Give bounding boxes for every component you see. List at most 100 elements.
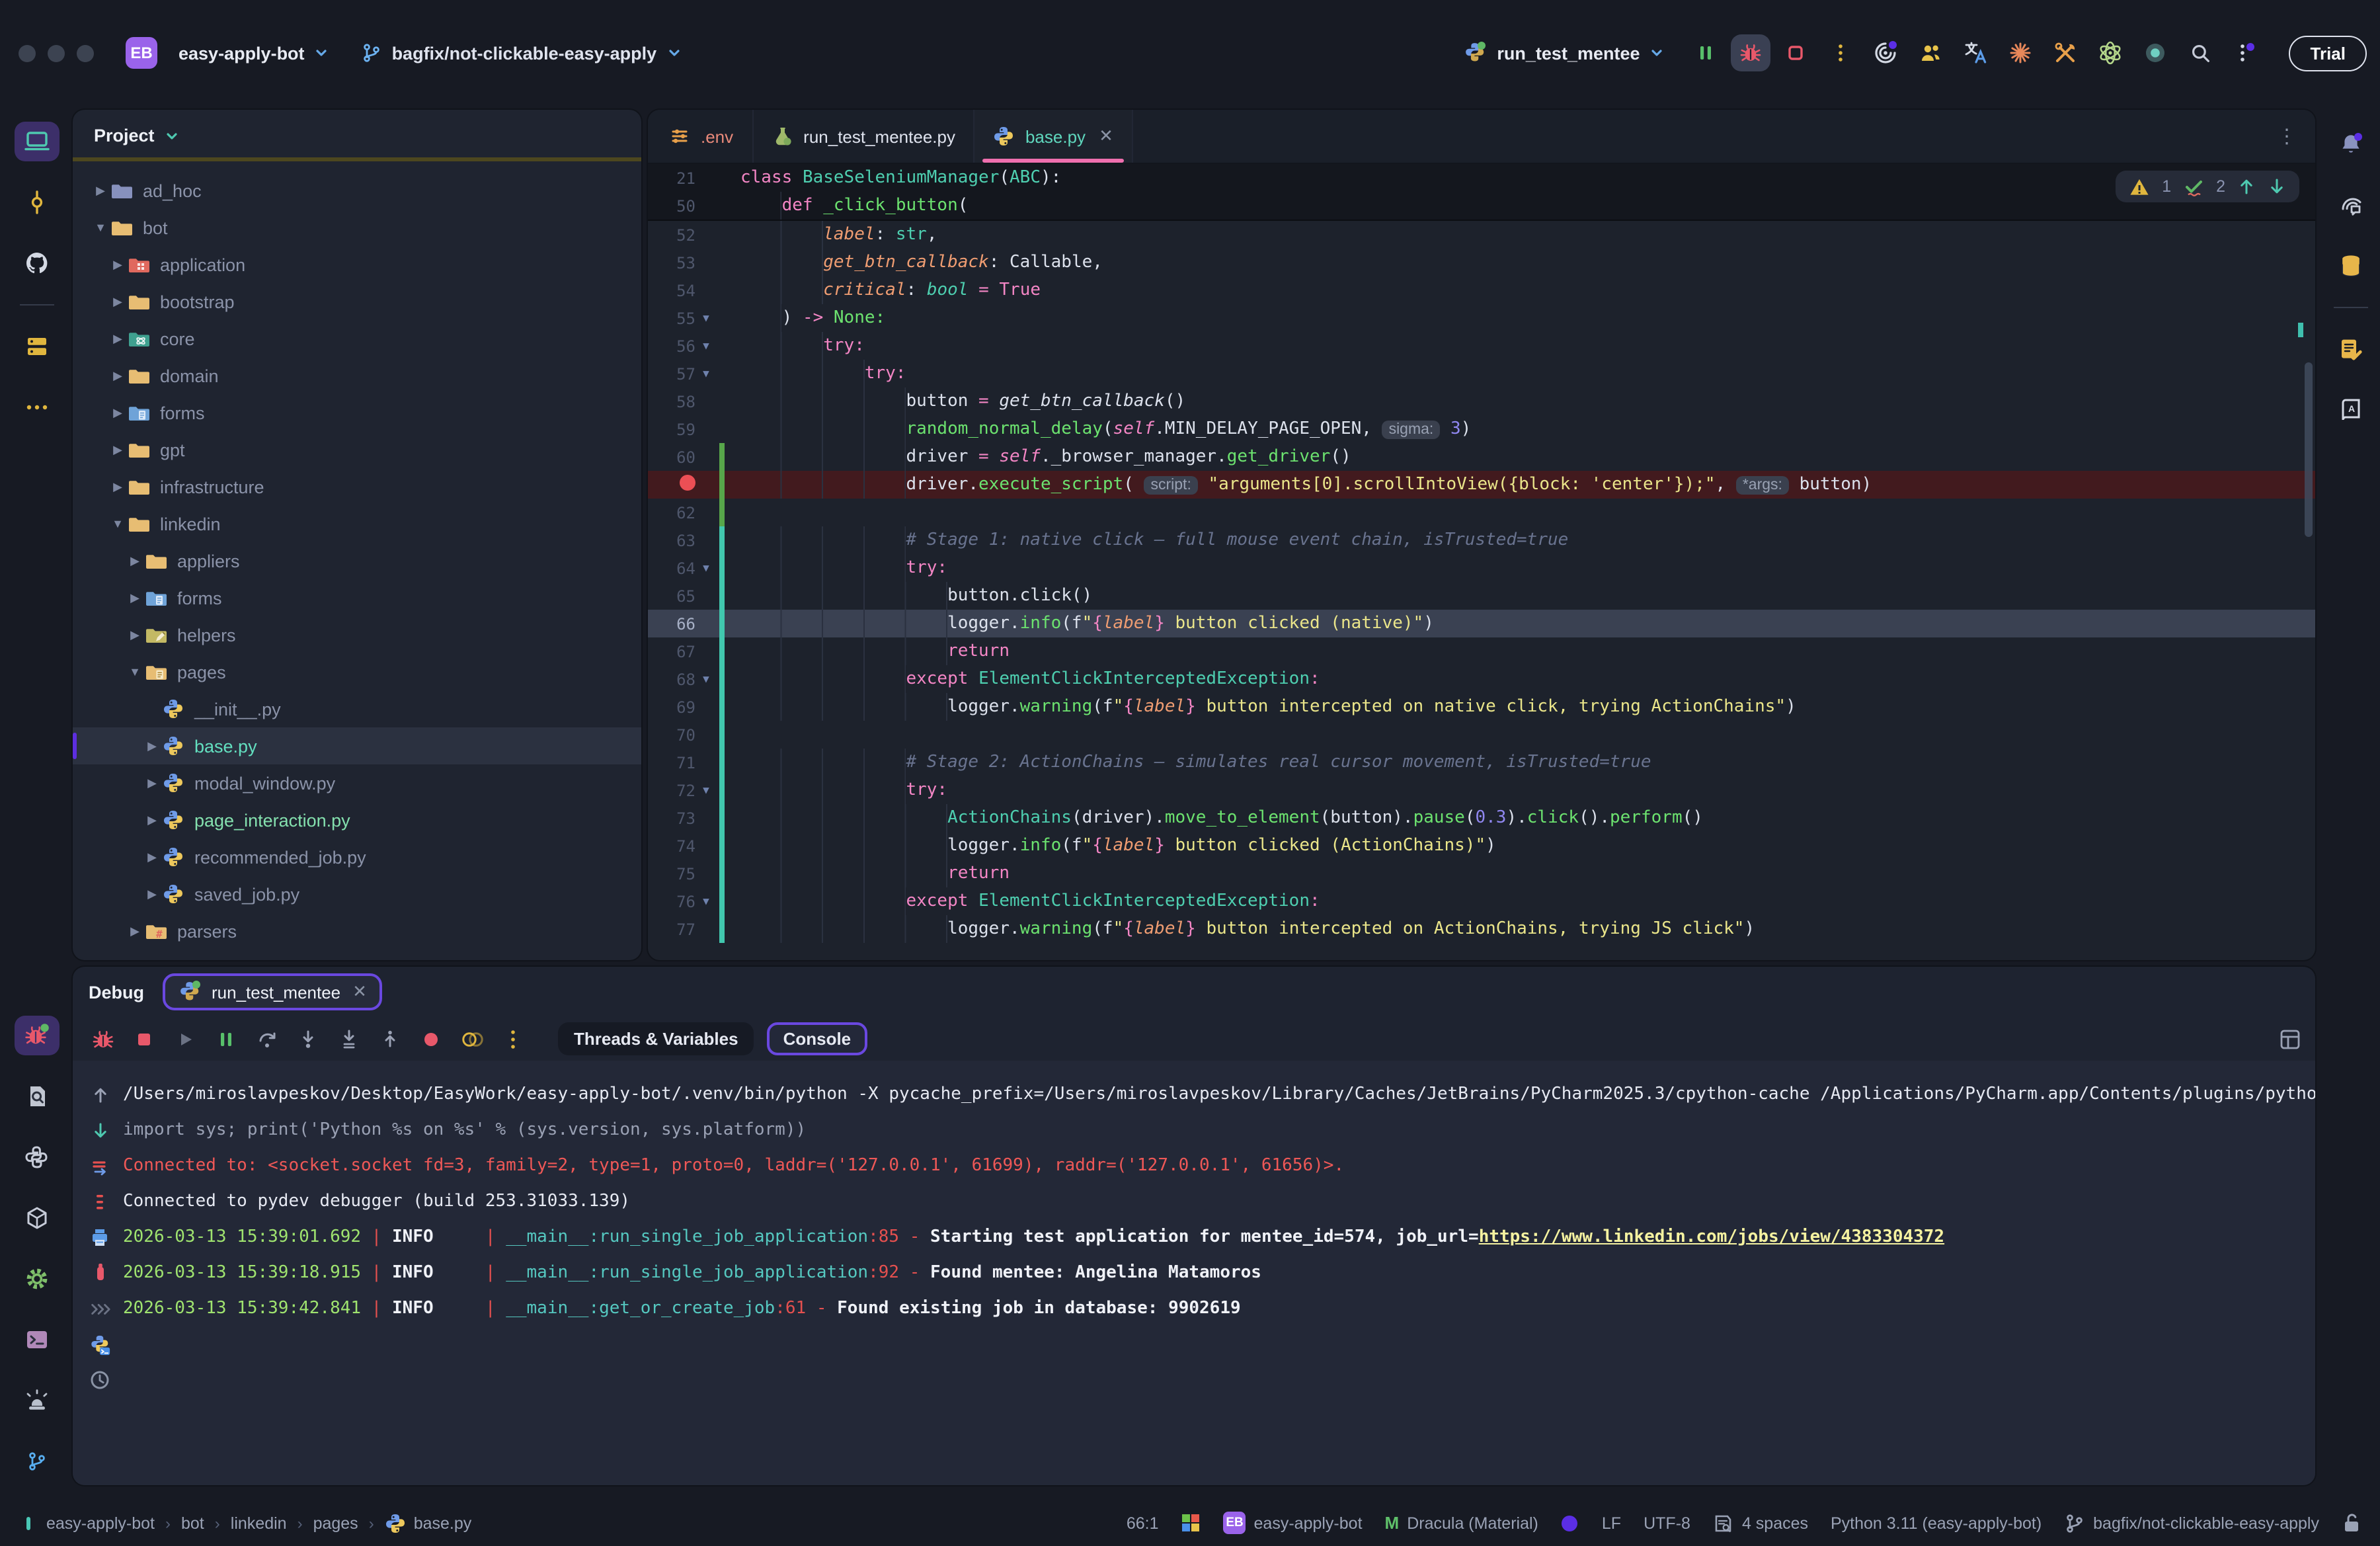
status-branch[interactable]: bagfix/not-clickable-easy-apply <box>2064 1512 2319 1533</box>
breadcrumb-item-linkedin[interactable]: linkedin <box>231 1514 287 1532</box>
chevron-right-icon[interactable]: ▶ <box>108 442 127 457</box>
tree-item-forms[interactable]: ▶forms <box>73 579 641 616</box>
debug-view-tab-threads-variables[interactable]: Threads & Variables <box>558 1022 754 1055</box>
tree-item-core[interactable]: ▶core <box>73 320 641 357</box>
tree-item-linkedin[interactable]: ▼linkedin <box>73 505 641 542</box>
tree-item-ad-hoc[interactable]: ▶ad_hoc <box>73 172 641 209</box>
win-grid-icon[interactable] <box>1181 1513 1201 1533</box>
tree-item-base-py[interactable]: ▶base.py <box>73 727 641 764</box>
status-encoding[interactable]: UTF-8 <box>1644 1514 1690 1532</box>
status-color-scheme[interactable] <box>1561 1514 1579 1532</box>
view-breakpoints-icon[interactable] <box>455 1023 488 1055</box>
fold-arrow-icon[interactable]: ▼ <box>695 784 717 796</box>
editor-tab--env[interactable]: .env <box>651 110 753 163</box>
breadcrumb-item-bot[interactable]: bot <box>181 1514 204 1532</box>
python-packages-icon[interactable] <box>14 1198 59 1238</box>
step-over-icon[interactable] <box>250 1023 283 1055</box>
fold-arrow-icon[interactable]: ▼ <box>695 368 717 380</box>
status-lock[interactable] <box>2342 1512 2361 1534</box>
chevron-right-icon[interactable]: ▶ <box>126 590 144 605</box>
force-step-into-icon[interactable] <box>332 1023 365 1055</box>
run-config-selector[interactable]: run_test_mentee <box>1453 33 1675 73</box>
tree-item-recommended-job-py[interactable]: ▶recommended_job.py <box>73 838 641 875</box>
tree-item-bot[interactable]: ▼bot <box>73 209 641 246</box>
breadcrumb-item-pages[interactable]: pages <box>313 1514 358 1532</box>
fold-arrow-icon[interactable]: ▼ <box>695 673 717 685</box>
ai-assistant-icon[interactable] <box>1866 34 1906 71</box>
code-editor[interactable]: 21class BaseSeleniumManager(ABC):50 def … <box>648 164 2315 960</box>
close-icon[interactable]: ✕ <box>1099 126 1113 147</box>
tree-item-infrastructure[interactable]: ▶infrastructure <box>73 468 641 505</box>
python-console-icon[interactable] <box>14 1137 59 1177</box>
tree-item-helpers[interactable]: ▶helpers <box>73 616 641 653</box>
database-rows-icon[interactable] <box>14 327 59 366</box>
commit-icon[interactable] <box>14 183 59 222</box>
project-switcher[interactable]: easy-apply-bot <box>168 35 340 71</box>
terminal-icon[interactable] <box>14 1320 59 1360</box>
close-icon[interactable]: ✕ <box>352 981 367 1002</box>
stop-red-icon[interactable] <box>127 1023 160 1055</box>
search-icon[interactable] <box>2181 34 2221 71</box>
tree-item-page-interaction-py[interactable]: ▶page_interaction.py <box>73 801 641 838</box>
chevron-right-icon[interactable]: ▶ <box>108 331 127 346</box>
trial-badge[interactable]: Trial <box>2289 35 2367 71</box>
chevron-right-icon[interactable]: ▶ <box>143 813 161 827</box>
status-indent[interactable]: 4 spaces <box>1713 1512 1808 1533</box>
chevron-right-icon[interactable]: ▶ <box>126 628 144 642</box>
mute-breakpoints-icon[interactable] <box>414 1023 447 1055</box>
next-issue-icon[interactable] <box>2268 177 2286 196</box>
tree-item-application[interactable]: ▶application <box>73 246 641 283</box>
step-into-icon[interactable] <box>291 1023 324 1055</box>
atom-icon[interactable] <box>2091 34 2131 71</box>
editor-tab-run-test-mentee-py[interactable]: run_test_mentee.py <box>753 110 975 163</box>
todo-check-icon[interactable] <box>2328 329 2373 369</box>
tools-icon[interactable] <box>2046 34 2086 71</box>
chevron-down-icon[interactable]: ▼ <box>126 665 144 678</box>
chevron-right-icon[interactable]: ▶ <box>143 850 161 864</box>
users-icon[interactable] <box>1911 34 1951 71</box>
documentation-book-icon[interactable]: A <box>2328 390 2373 430</box>
project-tree[interactable]: ▶ad_hoc▼bot▶application▶bootstrap▶core▶d… <box>73 161 641 960</box>
layout-settings-icon[interactable] <box>2278 1027 2302 1051</box>
tree-item-domain[interactable]: ▶domain <box>73 357 641 394</box>
debug-bug-icon[interactable] <box>14 1016 59 1055</box>
prev-issue-icon[interactable] <box>2237 177 2256 196</box>
chevron-right-icon[interactable]: ▶ <box>108 368 127 383</box>
debug-view-tab-console[interactable]: Console <box>768 1022 867 1055</box>
chevron-down-icon[interactable]: ▼ <box>108 517 127 530</box>
chevron-down-icon[interactable]: ▼ <box>91 221 110 234</box>
chevron-right-icon[interactable]: ▶ <box>126 924 144 938</box>
editor-tab-base-py[interactable]: base.py✕ <box>975 110 1133 163</box>
window-controls[interactable] <box>19 44 94 61</box>
resume-icon[interactable] <box>168 1023 201 1055</box>
kebab-yellow-icon[interactable] <box>1821 34 1861 71</box>
tree-item-pages[interactable]: ▼pages <box>73 653 641 690</box>
settings-gear-icon[interactable] <box>14 1259 59 1299</box>
tree-item--init-py[interactable]: __init__.py <box>73 690 641 727</box>
tree-item-saved-job-py[interactable]: ▶saved_job.py <box>73 875 641 913</box>
pause-green-icon[interactable] <box>209 1023 242 1055</box>
chevron-right-icon[interactable]: ▶ <box>108 257 127 272</box>
database-icon[interactable] <box>2328 246 2373 286</box>
inspections-widget[interactable]: 1 2 <box>2116 171 2299 202</box>
status-interpreter[interactable]: Python 3.11 (easy-apply-bot) <box>1831 1514 2042 1532</box>
fold-arrow-icon[interactable]: ▼ <box>695 562 717 574</box>
chevron-right-icon[interactable]: ▶ <box>126 553 144 568</box>
kebab-badge-icon[interactable] <box>2226 34 2266 71</box>
status-theme[interactable]: MDracula (Material) <box>1385 1513 1538 1533</box>
caret-position[interactable]: 66:1 <box>1127 1514 1159 1532</box>
chevron-right-icon[interactable]: ▶ <box>91 183 110 198</box>
tree-item-forms[interactable]: ▶forms <box>73 394 641 431</box>
tree-item-gpt[interactable]: ▶gpt <box>73 431 641 468</box>
breadcrumb-item-base-py[interactable]: base.py <box>385 1512 472 1533</box>
debug-session-tab[interactable]: run_test_mentee ✕ <box>163 973 383 1010</box>
tree-item-bootstrap[interactable]: ▶bootstrap <box>73 283 641 320</box>
tree-item-modal-window-py[interactable]: ▶modal_window.py <box>73 764 641 801</box>
breadcrumb-item-easy-apply-bot[interactable]: easy-apply-bot <box>46 1514 155 1532</box>
translate-icon[interactable] <box>1956 34 1996 71</box>
fold-arrow-icon[interactable]: ▼ <box>695 340 717 352</box>
pause-icon[interactable] <box>1686 34 1726 71</box>
fold-arrow-icon[interactable]: ▼ <box>695 312 717 324</box>
siren-icon[interactable] <box>14 1381 59 1420</box>
github-icon[interactable] <box>14 243 59 283</box>
